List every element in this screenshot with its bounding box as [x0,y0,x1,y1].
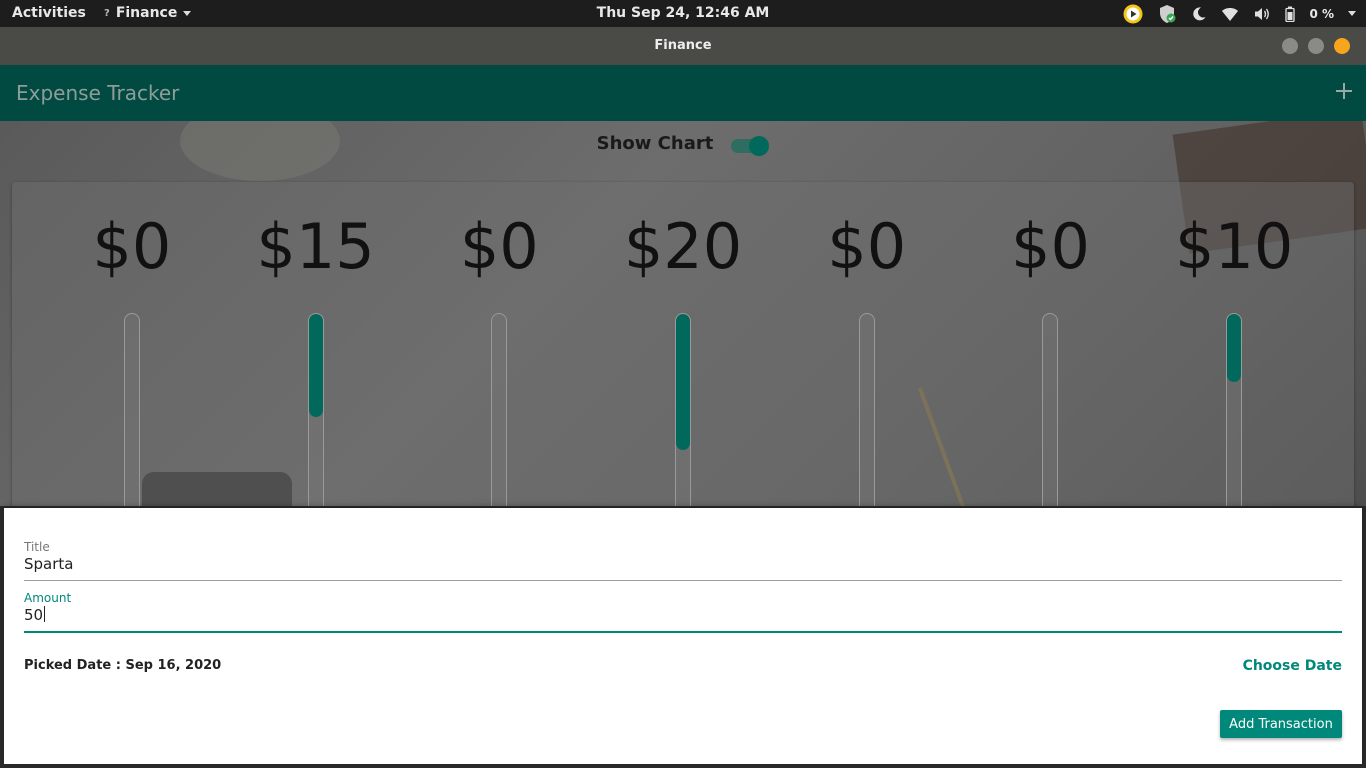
bar-track [1042,313,1059,506]
title-field-label: Title [24,540,50,554]
chevron-down-icon [183,10,192,16]
close-button[interactable] [1334,38,1350,54]
chart-bar-column: $0 [407,182,591,506]
bar-amount-label: $10 [1175,210,1294,283]
window-title: Finance [654,38,712,53]
show-chart-label: Show Chart [596,133,714,154]
window-title-bar[interactable]: Finance [0,27,1366,65]
system-tray: 0 % [1123,3,1356,24]
bar-fill [1227,314,1242,382]
bar-track [307,313,324,506]
show-chart-row: Show Chart [0,133,1366,156]
choose-date-button[interactable]: Choose Date [1243,658,1342,674]
media-player-icon[interactable] [1123,4,1143,24]
chart-bar-column: $0 [959,182,1143,506]
chart-bar-column: $10 [1142,182,1326,506]
bar-fill [308,314,323,417]
app-bar: Expense Tracker [0,65,1366,121]
title-underline [24,580,1342,581]
text-cursor [44,606,46,622]
night-mode-icon[interactable] [1191,6,1207,22]
switch-thumb [749,135,770,156]
bar-track [675,313,692,506]
plus-icon[interactable] [1332,79,1356,103]
system-top-bar: Activities ? Finance Thu Sep 24, 12:46 A… [0,0,1366,27]
system-menu-chevron-icon[interactable] [1348,11,1356,16]
bar-amount-label: $0 [459,210,539,283]
bar-amount-label: $0 [92,210,172,283]
battery-icon[interactable] [1285,6,1296,22]
bar-amount-label: $0 [827,210,907,283]
title-field[interactable]: Title Sparta [24,540,1342,581]
activities-button[interactable]: Activities [12,5,86,21]
bar-track [123,313,140,506]
bar-amount-label: $0 [1011,210,1090,283]
shield-update-icon[interactable] [1157,4,1177,24]
chart-bar-column: $15 [224,182,408,506]
volume-icon[interactable] [1253,6,1271,22]
picked-date-text: Picked Date : Sep 16, 2020 [24,658,222,673]
add-transaction-button[interactable]: Add Transaction [1220,710,1342,738]
new-transaction-sheet: Title Sparta Amount 50 Picked Date : Sep… [4,508,1362,764]
title-input[interactable]: Sparta [24,555,1342,575]
amount-field-label: Amount [24,591,72,605]
wifi-icon[interactable] [1221,6,1239,22]
date-row: Picked Date : Sep 16, 2020 Choose Date [24,658,1342,678]
app-menu[interactable]: ? Finance [104,5,192,21]
bar-track [858,313,875,506]
chart-bar-column: $20 [591,182,775,506]
bar-amount-label: $20 [623,210,743,283]
chart-bars: $0 $15 $0 $20 $0 $0 $10 [40,182,1326,506]
chart-bar-column: $0 [775,182,959,506]
main-content: Show Chart $0 $15 $0 $20 $0 $0 $10 [0,121,1366,506]
clock[interactable]: Thu Sep 24, 12:46 AM [597,5,770,21]
amount-input[interactable]: 50 [24,606,1342,626]
app-menu-icon: ? [104,7,110,19]
bar-track [491,313,508,506]
battery-percent[interactable]: 0 % [1309,7,1334,21]
bar-amount-label: $15 [256,210,375,283]
bar-fill [676,314,691,450]
minimize-button[interactable] [1282,38,1298,54]
maximize-button[interactable] [1308,38,1324,54]
amount-value: 50 [24,606,44,624]
app-menu-label: Finance [115,5,178,21]
amount-underline [24,631,1342,633]
chart-bar-column: $0 [40,182,224,506]
show-chart-switch[interactable] [731,134,770,156]
chart-card: $0 $15 $0 $20 $0 $0 $10 [12,182,1354,506]
amount-field[interactable]: Amount 50 [24,591,1342,633]
bar-track [1226,313,1243,506]
app-title: Expense Tracker [16,81,180,105]
